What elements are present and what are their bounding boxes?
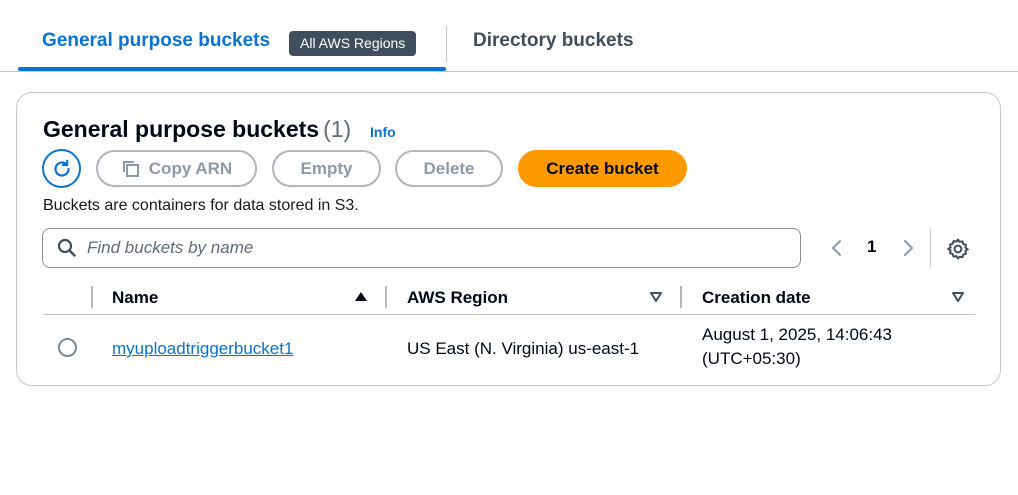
empty-button[interactable]: Empty — [272, 150, 381, 187]
bucket-tabs: General purpose buckets All AWS Regions … — [0, 0, 1018, 72]
all-regions-badge: All AWS Regions — [289, 31, 417, 56]
sort-ascending-icon[interactable] — [354, 291, 368, 303]
bucket-region: US East (N. Virginia) us-east-1 — [407, 339, 640, 358]
tab-general-purpose-buckets[interactable]: General purpose buckets — [42, 30, 270, 52]
create-bucket-button[interactable]: Create bucket — [518, 150, 687, 187]
creation-date-line2: (UTC+05:30) — [702, 349, 801, 368]
bucket-creation-date: August 1, 2025, 14:06:43 (UTC+05:30) — [702, 323, 962, 371]
delete-button[interactable]: Delete — [395, 150, 503, 187]
tab-directory-buckets[interactable]: Directory buckets — [473, 30, 634, 52]
copy-arn-button[interactable]: Copy ARN — [96, 150, 257, 187]
chevron-right-icon[interactable] — [901, 238, 915, 258]
refresh-icon — [53, 159, 70, 177]
creation-date-line1: August 1, 2025, 14:06:43 — [702, 325, 892, 344]
pagination-divider — [930, 229, 931, 267]
search-icon — [57, 238, 76, 257]
active-tab-indicator — [18, 67, 446, 71]
refresh-button[interactable] — [42, 149, 81, 188]
column-divider — [91, 286, 93, 308]
gear-icon[interactable] — [946, 237, 970, 261]
bucket-count: (1) — [323, 116, 352, 142]
sort-icon[interactable] — [951, 291, 965, 303]
info-link[interactable]: Info — [370, 124, 396, 140]
current-page-number[interactable]: 1 — [867, 237, 876, 257]
table-header: Name AWS Region Creation date — [43, 282, 975, 315]
column-header-name[interactable]: Name — [112, 288, 158, 308]
panel-description: Buckets are containers for data stored i… — [43, 197, 359, 214]
tab-divider — [446, 26, 447, 62]
table-row: myuploadtriggerbucket1 US East (N. Virgi… — [43, 315, 975, 381]
copy-arn-label: Copy ARN — [148, 158, 233, 178]
panel-title-text: General purpose buckets — [43, 116, 320, 142]
search-input[interactable] — [87, 238, 767, 258]
panel-title: General purpose buckets (1) — [43, 116, 351, 143]
column-header-region[interactable]: AWS Region — [407, 288, 508, 308]
copy-icon — [122, 160, 139, 177]
row-select-radio[interactable] — [58, 338, 77, 357]
chevron-left-icon[interactable] — [830, 238, 844, 258]
column-header-creation-date[interactable]: Creation date — [702, 288, 811, 308]
bucket-name-link[interactable]: myuploadtriggerbucket1 — [112, 339, 293, 359]
buckets-panel: General purpose buckets (1) Info Copy ARN… — [16, 92, 1001, 386]
sort-icon[interactable] — [649, 291, 663, 303]
column-divider — [680, 286, 682, 308]
search-box — [42, 228, 801, 268]
column-divider — [385, 286, 387, 308]
